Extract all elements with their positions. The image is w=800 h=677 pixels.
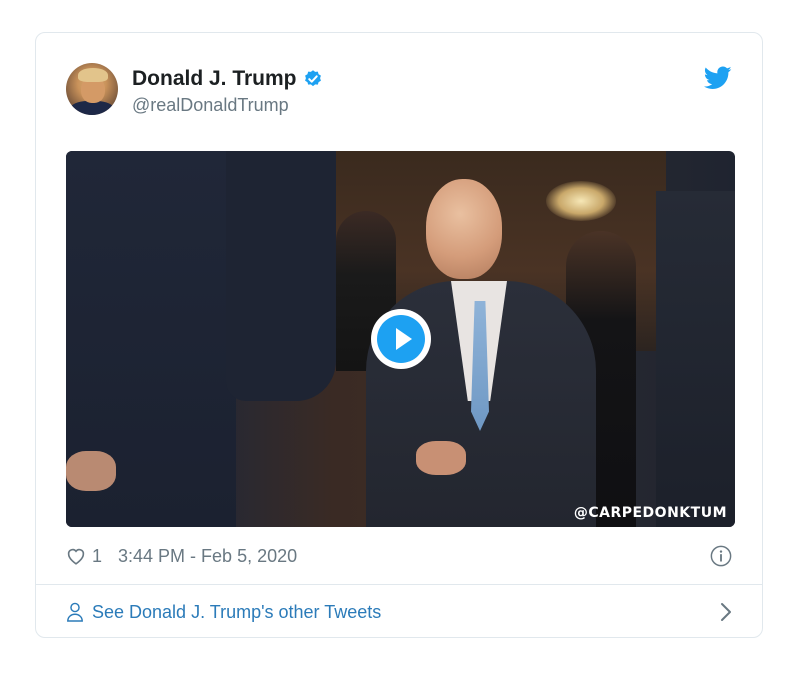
video-foreground-hand — [66, 451, 116, 491]
video-main-figure-hand — [416, 441, 466, 475]
play-button[interactable] — [371, 309, 431, 369]
video-background-person — [656, 191, 735, 527]
tweet-timestamp[interactable]: 3:44 PM - Feb 5, 2020 — [118, 546, 297, 567]
video-main-figure-head — [426, 179, 502, 279]
play-triangle — [395, 328, 412, 350]
video-chandelier — [546, 181, 616, 221]
tweet-header: Donald J. Trump @realDonaldTrump — [36, 33, 762, 151]
video-watermark: @CARPEDONKTUM — [573, 505, 727, 521]
author-handle[interactable]: @realDonaldTrump — [132, 95, 289, 116]
author-display-name[interactable]: Donald J. Trump — [132, 67, 297, 91]
video-player[interactable]: @CARPEDONKTUM — [66, 151, 735, 527]
tweet-meta-row: 1 3:44 PM - Feb 5, 2020 — [66, 543, 732, 569]
video-foreground-figure — [226, 151, 336, 401]
avatar-suit — [70, 101, 114, 115]
play-icon — [377, 315, 425, 363]
author-name-row: Donald J. Trump — [132, 67, 323, 91]
person-icon — [67, 602, 83, 622]
verified-badge-icon — [304, 70, 321, 87]
avatar[interactable] — [66, 63, 118, 115]
info-icon[interactable] — [710, 545, 732, 567]
heart-icon[interactable] — [66, 547, 86, 565]
chevron-right-icon[interactable] — [720, 602, 732, 622]
avatar-hair — [78, 68, 108, 82]
like-count[interactable]: 1 — [92, 546, 102, 567]
other-tweets-link-text[interactable]: See Donald J. Trump's other Tweets — [92, 602, 381, 623]
embedded-tweet-card: Donald J. Trump @realDonaldTrump @CARPED… — [35, 32, 763, 638]
other-tweets-link[interactable]: See Donald J. Trump's other Tweets — [66, 585, 732, 639]
twitter-bird-icon[interactable] — [704, 66, 732, 90]
